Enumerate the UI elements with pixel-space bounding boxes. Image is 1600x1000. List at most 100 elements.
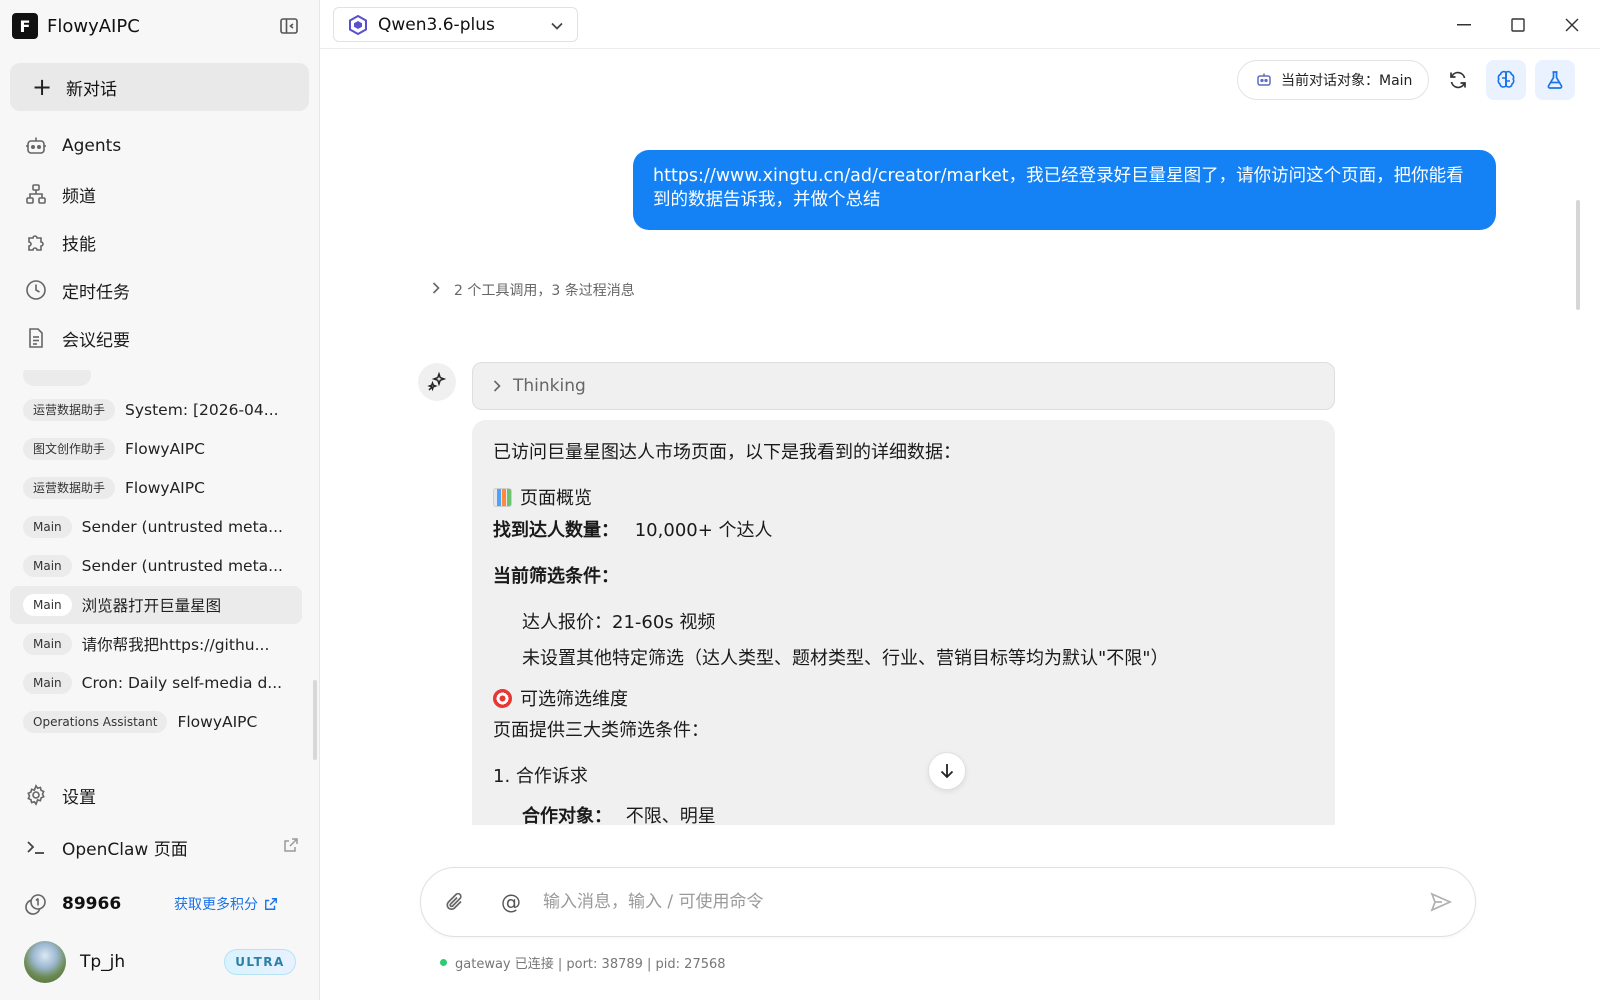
session-item[interactable]: Main Sender (untrusted meta...: [10, 508, 302, 546]
thinking-label: Thinking: [513, 376, 586, 396]
count-label: 找到达人数量：: [493, 520, 619, 541]
app-logo: F: [12, 13, 38, 39]
coins-icon: [24, 892, 48, 916]
channel-tree-icon: [24, 182, 48, 206]
bar-chart-emoji-icon: [493, 488, 512, 507]
session-tag: Main: [23, 516, 72, 538]
settings-label: 设置: [62, 787, 96, 808]
message-composer: @: [420, 867, 1476, 937]
sidebar-item-channels[interactable]: 频道: [10, 172, 309, 216]
maximize-icon[interactable]: [1505, 12, 1531, 38]
session-item[interactable]: Operations Assistant FlowyAIPC: [10, 703, 302, 741]
status-dot: [440, 959, 447, 966]
external-link-icon: [265, 898, 277, 910]
get-more-points-link[interactable]: 获取更多积分: [174, 894, 278, 914]
session-tag: Main: [23, 633, 72, 655]
model-selector[interactable]: Qwen3.6-plus: [333, 7, 578, 42]
session-title: FlowyAIPC: [177, 713, 258, 731]
collapse-sidebar-icon[interactable]: [277, 14, 301, 38]
terminal-icon: [24, 835, 48, 859]
chat-scroll-area[interactable]: https://www.xingtu.cn/ad/creator/market，…: [320, 50, 1600, 825]
session-item[interactable]: Main 请你帮我把https://githu...: [10, 625, 302, 663]
sidebar-item-label: 定时任务: [62, 282, 130, 303]
session-title: Sender (untrusted meta...: [81, 557, 283, 575]
sidebar-item-label: 会议纪要: [62, 330, 130, 351]
points-value: 89966: [62, 894, 122, 914]
thinking-toggle[interactable]: Thinking: [472, 362, 1335, 410]
chevron-right-icon: [432, 282, 440, 298]
send-icon[interactable]: [1429, 890, 1453, 918]
assistant-avatar-sparkle-icon: [418, 363, 456, 401]
gear-icon: [24, 783, 48, 807]
clock-icon: [24, 278, 48, 302]
plus-icon: +: [32, 73, 53, 101]
sidebar-scrollbar[interactable]: [313, 680, 317, 760]
gateway-status: gateway 已连接 | port: 38789 | pid: 27568: [440, 953, 726, 972]
main-panel: Qwen3.6-plus 当前对话对象：Main https://www.xin…: [320, 0, 1600, 1000]
scroll-to-bottom-button[interactable]: [928, 752, 966, 790]
session-title: 请你帮我把https://githu...: [81, 636, 270, 654]
reply-filter-1: 达人报价：21-60s 视频: [522, 612, 716, 633]
count-value: 10,000+ 个达人: [634, 520, 773, 541]
session-tag: [23, 370, 91, 386]
avatar: [24, 941, 66, 983]
document-icon: [24, 326, 48, 350]
assistant-message-bubble: 已访问巨量星图达人市场页面，以下是我看到的详细数据： 页面概览 找到达人数量： …: [472, 420, 1335, 825]
external-link-icon: [283, 837, 299, 857]
reply-partial-line: 合作对象： 不限、明星: [522, 802, 716, 825]
attach-paperclip-icon[interactable]: [443, 890, 467, 914]
reply-filter-label: 当前筛选条件：: [493, 562, 619, 588]
filter-label-text: 当前筛选条件：: [493, 566, 619, 587]
new-chat-button[interactable]: + 新对话: [10, 63, 309, 111]
session-item[interactable]: 运营数据助手 System: [2026-04...: [10, 391, 302, 429]
partial-label: 合作对象：: [522, 806, 612, 825]
session-tag: Main: [23, 594, 72, 616]
session-item[interactable]: 运营数据助手 FlowyAIPC: [10, 469, 302, 507]
chevron-down-icon: [551, 15, 563, 34]
partial-value: 不限、明星: [625, 806, 716, 825]
session-tag: Operations Assistant: [23, 711, 168, 733]
reply-dimensions-intro: 页面提供三大类筛选条件：: [493, 720, 709, 741]
session-item-active[interactable]: Main 浏览器打开巨量星图: [10, 586, 302, 624]
new-chat-label: 新对话: [66, 79, 117, 100]
session-title: 浏览器打开巨量星图: [81, 597, 222, 615]
session-item[interactable]: 图文创作助手 FlowyAIPC: [10, 430, 302, 468]
session-tag: Main: [23, 555, 72, 577]
session-tag: 运营数据助手: [23, 477, 116, 499]
session-tag: Main: [23, 672, 72, 694]
reply-intro: 已访问巨量星图达人市场页面，以下是我看到的详细数据：: [493, 442, 961, 463]
tool-calls-summary-label: 2 个工具调用，3 条过程消息: [454, 283, 635, 299]
user-name: Tp_jh: [80, 952, 126, 972]
get-more-points-label: 获取更多积分: [174, 897, 258, 913]
puzzle-icon: [24, 230, 48, 254]
close-icon[interactable]: [1559, 12, 1585, 38]
chat-scrollbar[interactable]: [1576, 200, 1580, 310]
session-item[interactable]: Main Sender (untrusted meta...: [10, 547, 302, 585]
user-profile[interactable]: Tp_jh ULTRA: [24, 940, 296, 984]
plan-badge: ULTRA: [224, 949, 296, 975]
session-item[interactable]: Main Cron: Daily self-media d...: [10, 664, 302, 702]
model-name: Qwen3.6-plus: [378, 14, 495, 35]
topbar: Qwen3.6-plus: [320, 0, 1600, 49]
reply-heading-overview: 页面概览: [493, 484, 592, 510]
gateway-status-text: gateway 已连接 | port: 38789 | pid: 27568: [455, 957, 726, 972]
heading-text: 可选筛选维度: [520, 689, 628, 710]
minimize-icon[interactable]: [1451, 12, 1477, 38]
sidebar-item-skills[interactable]: 技能: [10, 220, 309, 264]
app-window: F FlowyAIPC + 新对话 Agents 频道 技能 定时任务 会议纪要…: [0, 0, 1600, 1000]
sidebar-item-scheduled-tasks[interactable]: 定时任务: [10, 268, 309, 312]
openclaw-page-link[interactable]: OpenClaw 页面: [10, 825, 309, 869]
sidebar-header: F FlowyAIPC: [12, 10, 301, 42]
message-input[interactable]: [543, 892, 1403, 912]
target-emoji-icon: [493, 689, 512, 708]
tool-calls-summary[interactable]: 2 个工具调用，3 条过程消息: [432, 280, 635, 300]
robot-icon: [24, 134, 48, 158]
heading-text: 页面概览: [520, 488, 592, 509]
session-title: FlowyAIPC: [125, 440, 205, 458]
sidebar-item-meeting-notes[interactable]: 会议纪要: [10, 316, 309, 360]
settings-button[interactable]: 设置: [10, 773, 309, 817]
mention-button[interactable]: @: [499, 890, 523, 914]
sidebar-item-agents[interactable]: Agents: [10, 124, 309, 168]
session-title: Cron: Daily self-media d...: [81, 674, 283, 692]
chevron-right-icon: [493, 377, 501, 396]
